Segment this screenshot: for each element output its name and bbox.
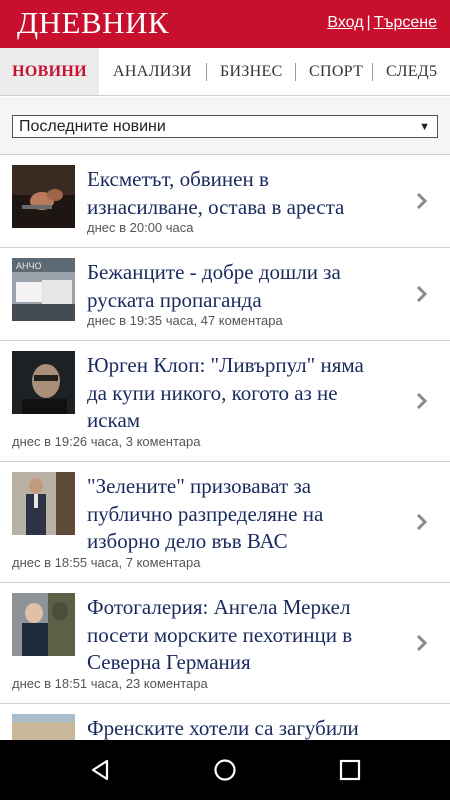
list-item[interactable]: Фотогалерия: Ангела Меркел посети морски… [0, 583, 450, 704]
header-link-separator: | [366, 14, 371, 31]
article-thumbnail: АНЧО [12, 258, 75, 321]
article-thumbnail [12, 351, 75, 414]
list-item[interactable]: АНЧО Бежанците - добре дошли за руската … [0, 248, 450, 341]
svg-text:АНЧО: АНЧО [16, 261, 42, 271]
article-list: Ексметът, обвинен в изнасилване, остава … [0, 155, 450, 777]
home-circle-icon[interactable] [211, 756, 239, 784]
chevron-right-icon [416, 193, 428, 209]
article-thumbnail [12, 472, 75, 535]
chevron-right-icon [416, 393, 428, 409]
article-thumbnail [12, 165, 75, 228]
tab-divider [295, 63, 296, 81]
article-title[interactable]: Юрген Клоп: "Ливърпул" няма да купи нико… [87, 352, 407, 435]
news-filter-select[interactable]: Последните новини ▼ [12, 115, 438, 138]
tab-analizi[interactable]: АНАЛИЗИ [113, 48, 192, 95]
app-logo[interactable]: ДНЕВНИК [17, 5, 169, 41]
article-title[interactable]: Бежанците - добре дошли за руската пропа… [87, 259, 407, 314]
tab-sport[interactable]: СПОРТ [309, 48, 363, 95]
header-links: Вход | Търсене [327, 14, 437, 32]
tab-divider [372, 63, 373, 81]
section-tabs: НОВИНИ АНАЛИЗИ БИЗНЕС СПОРТ СЛЕД5 [0, 48, 450, 96]
login-link[interactable]: Вход [327, 14, 363, 31]
app-header: ДНЕВНИК Вход | Търсене [0, 0, 450, 48]
article-thumbnail [12, 593, 75, 656]
tab-biznes[interactable]: БИЗНЕС [220, 48, 283, 95]
article-meta: днес в 20:00 часа [87, 220, 194, 235]
news-filter-value: Последните новини [19, 118, 166, 135]
chevron-right-icon [416, 514, 428, 530]
tab-novini[interactable]: НОВИНИ [0, 48, 99, 95]
filter-bar: Последните новини ▼ [0, 97, 450, 155]
search-link[interactable]: Търсене [374, 14, 437, 31]
list-item[interactable]: Ексметът, обвинен в изнасилване, остава … [0, 155, 450, 248]
article-title[interactable]: Френските хотели са загубили [87, 715, 407, 743]
article-title[interactable]: Фотогалерия: Ангела Меркел посети морски… [87, 594, 407, 677]
article-title[interactable]: "Зелените" призовават за публично разпре… [87, 473, 407, 556]
back-triangle-icon[interactable] [86, 756, 114, 784]
system-nav-bar [0, 740, 450, 800]
article-meta: днес в 19:35 часа, 47 коментара [87, 313, 283, 328]
tab-divider [206, 63, 207, 81]
tab-sled5[interactable]: СЛЕД5 [386, 48, 437, 95]
list-item[interactable]: Юрген Клоп: "Ливърпул" няма да купи нико… [0, 341, 450, 462]
article-meta: днес в 18:51 часа, 23 коментара [12, 676, 208, 691]
article-meta: днес в 18:55 часа, 7 коментара [12, 555, 201, 570]
recents-square-icon[interactable] [336, 756, 364, 784]
chevron-right-icon [416, 286, 428, 302]
list-item[interactable]: "Зелените" призовават за публично разпре… [0, 462, 450, 583]
chevron-right-icon [416, 635, 428, 651]
article-title[interactable]: Ексметът, обвинен в изнасилване, остава … [87, 166, 407, 221]
list-item[interactable]: Френските хотели са загубили [0, 704, 450, 777]
triangle-down-icon: ▼ [419, 121, 430, 133]
article-meta: днес в 19:26 часа, 3 коментара [12, 434, 201, 449]
